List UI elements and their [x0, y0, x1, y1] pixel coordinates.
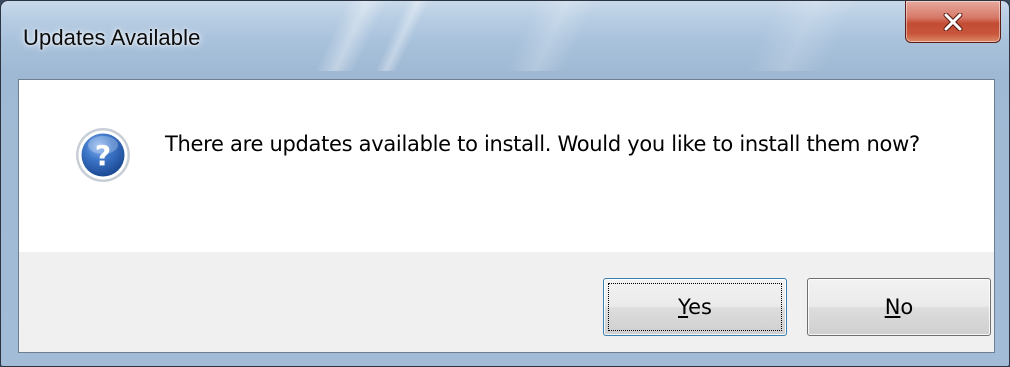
button-bar: Yes No [19, 252, 994, 352]
dialog-message: There are updates available to install. … [165, 132, 920, 156]
window-title: Updates Available [23, 25, 201, 50]
no-button[interactable]: No [807, 278, 991, 336]
title-bar[interactable]: Updates Available [1, 1, 1009, 77]
question-icon: ? [75, 127, 131, 183]
close-button[interactable] [905, 1, 1001, 43]
no-button-label: No [884, 295, 914, 319]
close-x-icon [942, 12, 964, 31]
focus-ring [608, 283, 782, 331]
message-area: ? There are updates available to install… [19, 80, 994, 252]
dialog-client-area: ? There are updates available to install… [18, 79, 995, 353]
dialog-window: Updates Available ? There are updates av… [0, 0, 1010, 367]
yes-button[interactable]: Yes [603, 278, 787, 336]
svg-text:?: ? [95, 139, 111, 172]
